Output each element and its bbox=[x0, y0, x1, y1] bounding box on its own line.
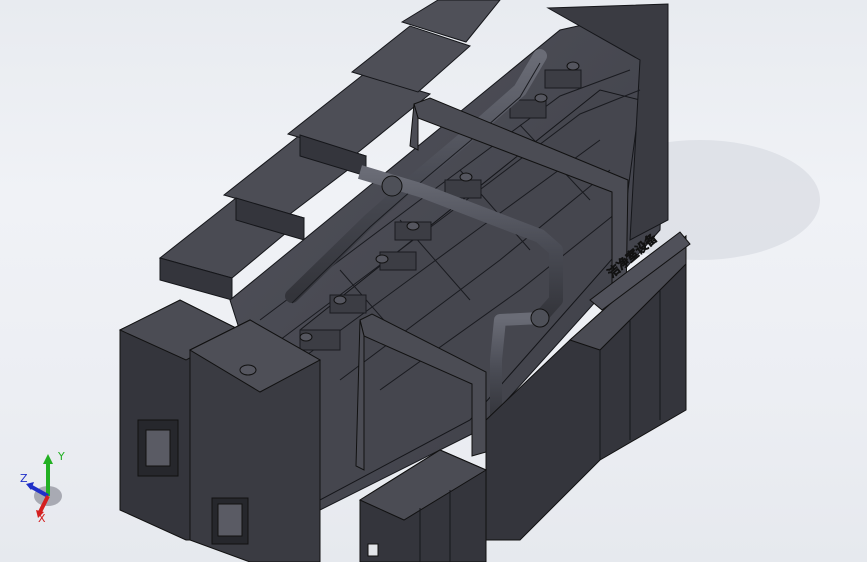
graphics-viewport[interactable]: 洁净室设备 Y Z X bbox=[0, 0, 867, 562]
z-axis-label: Z bbox=[20, 472, 28, 485]
y-axis-label: Y bbox=[57, 450, 65, 463]
view-triad[interactable]: Y Z X bbox=[18, 448, 82, 524]
cad-model[interactable]: 洁净室设备 bbox=[0, 0, 867, 562]
x-axis-label: X bbox=[38, 512, 46, 524]
y-axis-head-icon bbox=[43, 454, 53, 464]
